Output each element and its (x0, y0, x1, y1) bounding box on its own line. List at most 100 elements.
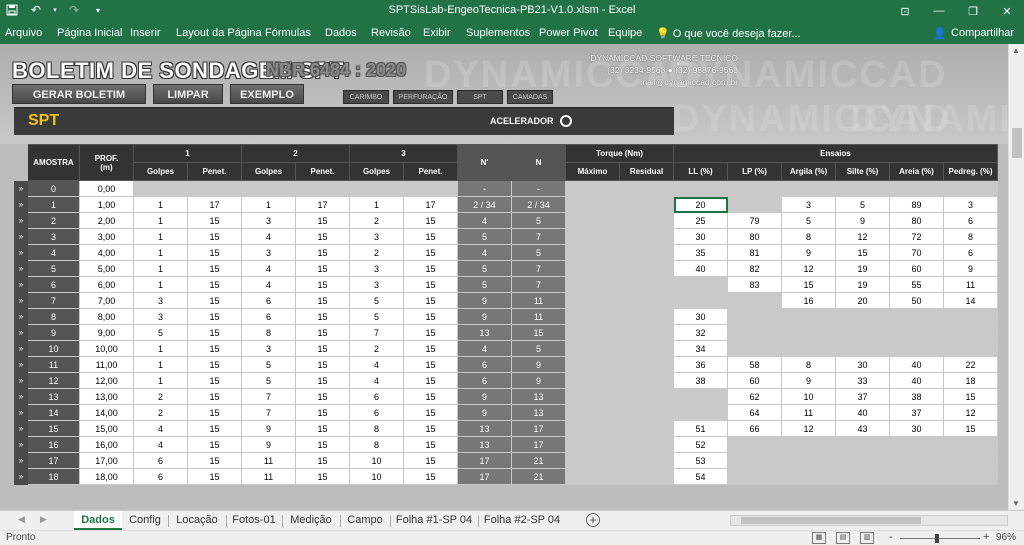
hscroll-thumb[interactable] (741, 517, 921, 524)
cell-lp[interactable]: 60 (727, 372, 782, 389)
cell-silte[interactable]: 12 (835, 228, 890, 245)
page-layout-view-icon[interactable]: ▤ (836, 532, 850, 544)
cell-ll[interactable]: 25 (673, 212, 728, 229)
menu-arquivo[interactable]: Arquivo (5, 27, 42, 39)
cell-maximo[interactable] (565, 324, 620, 341)
cell-maximo[interactable] (565, 436, 620, 453)
tab-folha-2[interactable]: Folha #2-SP 04 (480, 511, 564, 530)
cell-golpes-1[interactable]: 1 (133, 356, 188, 373)
cell-ll[interactable] (673, 180, 728, 197)
cell-pedreg[interactable] (943, 180, 998, 197)
cell-penet-1[interactable]: 15 (187, 468, 242, 485)
cell-silte[interactable]: 37 (835, 388, 890, 405)
cell-silte[interactable]: 9 (835, 212, 890, 229)
cell-silte[interactable]: 40 (835, 404, 890, 421)
cell-maximo[interactable] (565, 292, 620, 309)
cell-golpes-3[interactable]: 10 (349, 468, 404, 485)
cell-golpes-3[interactable]: 8 (349, 436, 404, 453)
cell-golpes-1[interactable]: 6 (133, 468, 188, 485)
camadas-button[interactable]: CAMADAS (507, 90, 553, 104)
cell-ll[interactable]: 36 (673, 356, 728, 373)
cell-areia[interactable] (889, 308, 944, 325)
cell-residual[interactable] (619, 404, 674, 421)
cell-prof[interactable]: 16,00 (79, 436, 134, 453)
cell-prof[interactable]: 14,00 (79, 404, 134, 421)
cell-residual[interactable] (619, 244, 674, 261)
cell-penet-3[interactable] (403, 180, 458, 197)
cell-residual[interactable] (619, 372, 674, 389)
cell-golpes-1[interactable]: 4 (133, 420, 188, 437)
cell-lp[interactable]: 62 (727, 388, 782, 405)
cell-penet-1[interactable]: 15 (187, 340, 242, 357)
cell-argila[interactable]: 12 (781, 420, 836, 437)
cell-row-marker[interactable]: » (14, 372, 28, 389)
cell-golpes-3[interactable]: 6 (349, 388, 404, 405)
cell-golpes-2[interactable]: 9 (241, 420, 296, 437)
cell-penet-1[interactable]: 15 (187, 260, 242, 277)
cell-row-marker[interactable]: » (14, 468, 28, 485)
cell-argila[interactable] (781, 340, 836, 357)
cell-prof[interactable]: 17,00 (79, 452, 134, 469)
cell-maximo[interactable] (565, 276, 620, 293)
cell-penet-1[interactable]: 17 (187, 196, 242, 213)
page-break-view-icon[interactable]: ▥ (860, 532, 874, 544)
cell-lp[interactable] (727, 308, 782, 325)
cell-golpes-2[interactable]: 1 (241, 196, 296, 213)
cell-lp[interactable]: 82 (727, 260, 782, 277)
cell-prof[interactable]: 12,00 (79, 372, 134, 389)
cell-penet-3[interactable]: 15 (403, 356, 458, 373)
cell-golpes-1[interactable]: 1 (133, 196, 188, 213)
cell-argila[interactable]: 10 (781, 388, 836, 405)
cell-residual[interactable] (619, 468, 674, 485)
ribbon-display-options-icon[interactable]: ⊡ (888, 0, 922, 22)
cell-pedreg[interactable]: 18 (943, 372, 998, 389)
close-icon[interactable]: ✕ (990, 0, 1024, 22)
cell-residual[interactable] (619, 308, 674, 325)
cell-row-marker[interactable]: » (14, 180, 28, 197)
cell-silte[interactable] (835, 324, 890, 341)
cell-ll[interactable]: 32 (673, 324, 728, 341)
cell-ll[interactable] (673, 292, 728, 309)
cell-areia[interactable]: 40 (889, 372, 944, 389)
cell-ll[interactable]: 34 (673, 340, 728, 357)
tab-fotos-01[interactable]: Fotos-01 (228, 511, 280, 530)
cell-pedreg[interactable]: 8 (943, 228, 998, 245)
cell-penet-3[interactable]: 15 (403, 468, 458, 485)
cell-penet-3[interactable]: 15 (403, 372, 458, 389)
share-button[interactable]: 👤 Compartilhar (929, 24, 1018, 42)
next-sheet-icon[interactable]: ▶ (40, 514, 47, 525)
cell-silte[interactable] (835, 436, 890, 453)
cell-pedreg[interactable]: 3 (943, 196, 998, 213)
cell-ll[interactable] (673, 388, 728, 405)
cell-ll[interactable]: 54 (673, 468, 728, 485)
cell-residual[interactable] (619, 436, 674, 453)
cell-penet-1[interactable]: 15 (187, 276, 242, 293)
cell-areia[interactable] (889, 468, 944, 485)
cell-areia[interactable]: 72 (889, 228, 944, 245)
cell-argila[interactable]: 12 (781, 260, 836, 277)
cell-golpes-3[interactable]: 5 (349, 292, 404, 309)
cell-maximo[interactable] (565, 260, 620, 277)
cell-ll[interactable]: 30 (673, 228, 728, 245)
cell-penet-1[interactable]: 15 (187, 212, 242, 229)
cell-prof[interactable]: 11,00 (79, 356, 134, 373)
zoom-slider[interactable] (900, 538, 980, 539)
cell-row-marker[interactable]: » (14, 212, 28, 229)
limpar-button[interactable]: LIMPAR (153, 84, 223, 104)
menu-power-pivot[interactable]: Power Pivot (539, 27, 598, 39)
cell-penet-2[interactable]: 15 (295, 420, 350, 437)
cell-lp[interactable]: 64 (727, 404, 782, 421)
tab-medicao[interactable]: Medição (284, 511, 338, 530)
cell-row-marker[interactable]: » (14, 196, 28, 213)
zoom-level[interactable]: 96% (996, 532, 1016, 543)
cell-argila[interactable]: 9 (781, 244, 836, 261)
cell-row-marker[interactable]: » (14, 340, 28, 357)
cell-prof[interactable]: 0,00 (79, 180, 134, 197)
cell-lp[interactable]: 66 (727, 420, 782, 437)
cell-argila[interactable]: 11 (781, 404, 836, 421)
cell-pedreg[interactable]: 6 (943, 244, 998, 261)
cell-residual[interactable] (619, 212, 674, 229)
cell-penet-2[interactable]: 15 (295, 372, 350, 389)
minimize-icon[interactable]: — (922, 0, 956, 22)
cell-silte[interactable]: 30 (835, 356, 890, 373)
